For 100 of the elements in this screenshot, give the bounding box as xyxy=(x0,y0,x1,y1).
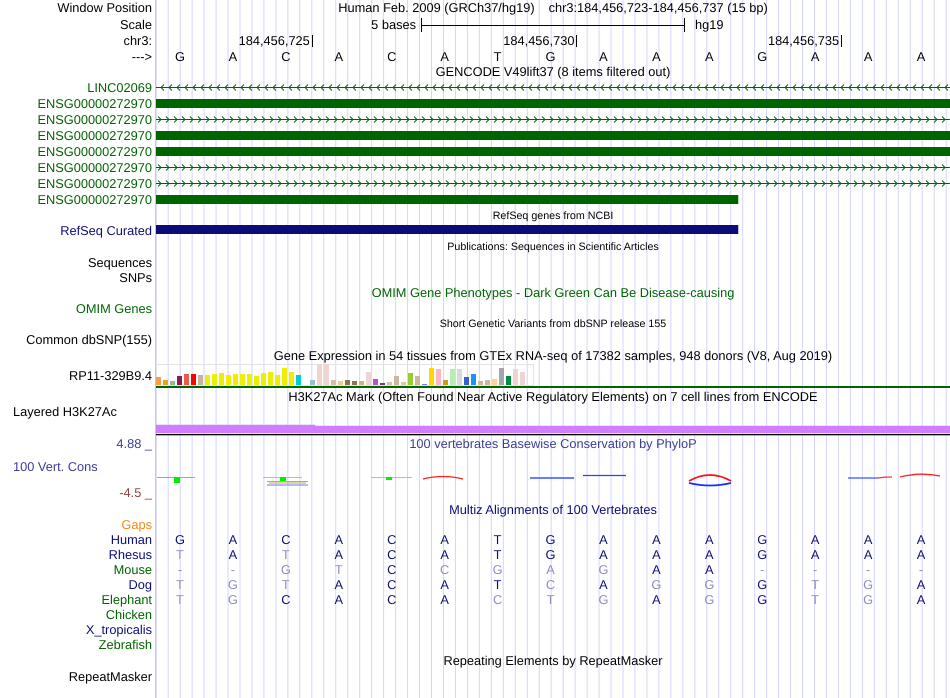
expression-bar[interactable] xyxy=(212,374,217,385)
track-label[interactable]: Dog xyxy=(128,578,152,592)
track-label[interactable]: Scale xyxy=(120,18,152,32)
track-label[interactable]: ENSG00000272970 xyxy=(37,161,152,175)
track-label[interactable]: ENSG00000272970 xyxy=(37,193,152,207)
track-title: Multiz Alignments of 100 Vertebrates xyxy=(449,502,657,516)
track-label[interactable]: RefSeq Curated xyxy=(60,224,152,238)
track-label[interactable]: RP11-329B9.4 xyxy=(69,369,152,383)
track-label[interactable]: RepeatMasker xyxy=(68,670,152,684)
expression-bar[interactable] xyxy=(520,372,525,385)
gene-bar[interactable] xyxy=(156,147,950,156)
expression-bar[interactable] xyxy=(478,381,483,385)
expression-bar[interactable] xyxy=(443,380,448,385)
track-label[interactable]: Layered H3K27Ac xyxy=(13,405,117,419)
expression-bar[interactable] xyxy=(233,374,238,385)
expression-bar[interactable] xyxy=(450,369,455,385)
gene-arrow-line[interactable] xyxy=(156,180,950,187)
track-label[interactable]: ENSG00000272970 xyxy=(37,129,152,143)
aligned-base: C xyxy=(387,548,396,562)
track-label[interactable]: chr3: xyxy=(124,34,152,48)
expression-bar[interactable] xyxy=(457,369,462,385)
aligned-base: G xyxy=(598,592,608,606)
base-letter: A xyxy=(599,50,608,64)
expression-bar[interactable] xyxy=(156,377,161,385)
track-label[interactable]: X_tropicalis xyxy=(86,622,152,636)
expression-bar[interactable] xyxy=(317,364,322,385)
expression-bar[interactable] xyxy=(394,376,399,385)
expression-bar[interactable] xyxy=(373,379,378,385)
expression-bar[interactable] xyxy=(436,369,441,385)
expression-bar[interactable] xyxy=(471,374,476,385)
track-label[interactable]: ENSG00000272970 xyxy=(37,113,152,127)
track-label[interactable]: Human xyxy=(110,532,152,546)
track-label[interactable]: 100 Vert. Cons xyxy=(13,460,98,474)
track-label[interactable]: Elephant xyxy=(101,592,152,606)
expression-bar[interactable] xyxy=(184,374,189,385)
expression-bar[interactable] xyxy=(247,374,252,385)
position-tick: 184,456,725 xyxy=(238,35,313,47)
expression-bar[interactable] xyxy=(261,373,266,385)
gene-arrow-line[interactable] xyxy=(156,116,950,123)
expression-bar[interactable] xyxy=(282,368,287,385)
position-tick: 184,456,730 xyxy=(503,35,578,47)
aligned-base: C xyxy=(387,562,396,576)
expression-bar[interactable] xyxy=(191,374,196,385)
expression-bar[interactable] xyxy=(506,376,511,385)
gene-bar[interactable] xyxy=(156,99,950,108)
track-label[interactable]: LINC02069 xyxy=(87,81,152,95)
track-label[interactable]: ENSG00000272970 xyxy=(37,97,152,111)
gene-arrow-line[interactable] xyxy=(156,84,950,91)
track-label[interactable]: ENSG00000272970 xyxy=(37,145,152,159)
aligned-base: A xyxy=(916,592,926,606)
track-label[interactable]: Zebrafish xyxy=(98,638,152,652)
gene-arrow-line[interactable] xyxy=(156,164,950,171)
track-label[interactable]: Common dbSNP(155) xyxy=(26,332,152,346)
expression-bar[interactable] xyxy=(492,379,497,385)
expression-bar[interactable] xyxy=(366,372,371,385)
track-label[interactable]: Mouse xyxy=(114,562,152,576)
track-label[interactable]: Rhesus xyxy=(108,548,152,562)
base-letter: G xyxy=(174,50,185,64)
expression-bar[interactable] xyxy=(345,380,350,385)
expression-bar[interactable] xyxy=(359,381,364,385)
expression-bar[interactable] xyxy=(429,368,434,385)
expression-bar[interactable] xyxy=(205,375,210,385)
gene-bar[interactable] xyxy=(156,195,738,204)
expression-bar[interactable] xyxy=(415,376,420,385)
expression-bar[interactable] xyxy=(387,382,392,385)
expression-bar[interactable] xyxy=(198,375,203,385)
expression-bar[interactable] xyxy=(401,382,406,385)
track-label[interactable]: OMIM Genes xyxy=(76,302,152,316)
expression-bar[interactable] xyxy=(275,375,280,385)
expression-bar[interactable] xyxy=(324,364,329,385)
expression-bar[interactable] xyxy=(485,380,490,385)
expression-bar[interactable] xyxy=(163,380,168,385)
track-label[interactable]: SNPs xyxy=(119,270,152,284)
track-label[interactable]: Sequences xyxy=(88,256,152,270)
expression-bar[interactable] xyxy=(499,368,504,385)
aligned-base: A xyxy=(334,548,344,562)
aligned-base: G xyxy=(651,578,662,592)
expression-bar[interactable] xyxy=(170,381,175,385)
gene-bar[interactable] xyxy=(156,225,738,234)
expression-bar[interactable] xyxy=(352,381,357,385)
expression-bar[interactable] xyxy=(219,373,224,385)
expression-bar[interactable] xyxy=(464,377,469,385)
expression-bar[interactable] xyxy=(513,369,518,385)
expression-bar[interactable] xyxy=(331,380,336,385)
track-label[interactable]: ---> xyxy=(132,50,152,64)
track-label[interactable]: Window Position xyxy=(57,1,152,15)
gene-bar[interactable] xyxy=(156,131,950,140)
aligned-base: A xyxy=(228,548,238,562)
expression-bar[interactable] xyxy=(177,376,182,385)
expression-bar[interactable] xyxy=(296,375,301,385)
expression-bar[interactable] xyxy=(254,376,259,385)
expression-bar[interactable] xyxy=(240,374,245,385)
expression-bar[interactable] xyxy=(338,381,343,385)
expression-bar[interactable] xyxy=(289,372,294,385)
expression-bar[interactable] xyxy=(226,375,231,385)
track-label[interactable]: ENSG00000272970 xyxy=(37,177,152,191)
expression-bar[interactable] xyxy=(310,380,315,385)
expression-bar[interactable] xyxy=(408,373,413,385)
track-label[interactable]: Chicken xyxy=(106,608,152,622)
expression-bar[interactable] xyxy=(268,372,273,385)
